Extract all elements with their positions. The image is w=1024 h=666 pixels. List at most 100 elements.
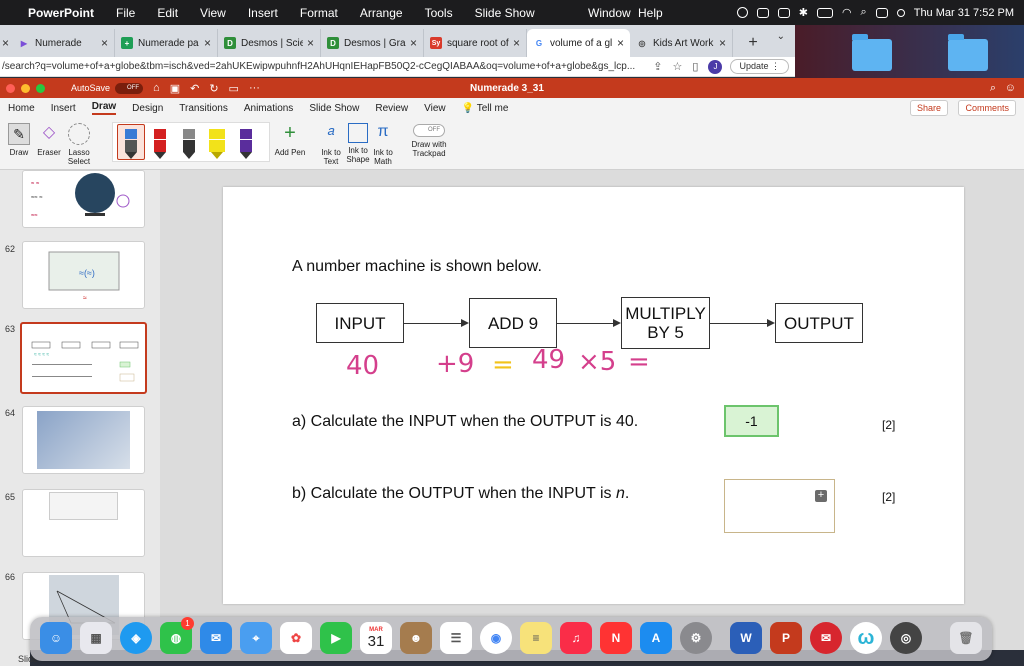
mail-alt-icon[interactable]: ✉ bbox=[810, 622, 842, 654]
close-icon[interactable]: × bbox=[204, 36, 211, 50]
avatar[interactable]: J bbox=[708, 59, 723, 74]
calendar-icon[interactable]: MAR 31 bbox=[360, 622, 392, 654]
chrome-icon[interactable]: ◉ bbox=[480, 622, 512, 654]
side-panel-icon[interactable]: ▯ bbox=[692, 60, 698, 73]
quicktime-icon[interactable]: ◎ bbox=[890, 622, 922, 654]
tab-view[interactable]: View bbox=[424, 103, 446, 114]
browser-tab-active[interactable]: G volume of a gl × bbox=[527, 29, 630, 57]
add-pen-button[interactable]: + Add Pen bbox=[274, 123, 306, 157]
share-icon[interactable]: ⇪ bbox=[653, 60, 662, 73]
close-tab-icon[interactable]: × bbox=[0, 29, 12, 57]
menu-arrange[interactable]: Arrange bbox=[360, 6, 403, 20]
save-icon[interactable]: ▣ bbox=[170, 82, 180, 95]
tab-review[interactable]: Review bbox=[375, 103, 408, 114]
bookmark-star-icon[interactable]: ☆ bbox=[673, 60, 683, 73]
close-icon[interactable]: × bbox=[617, 36, 624, 50]
autosave-toggle[interactable]: OFF bbox=[115, 82, 144, 94]
slide-thumbnail-selected[interactable]: ≈ ≈ ≈ ≈ bbox=[20, 322, 147, 394]
music-icon[interactable]: ♫ bbox=[560, 622, 592, 654]
share-button[interactable]: Share bbox=[909, 100, 948, 116]
pen-blue[interactable] bbox=[125, 129, 137, 159]
finder-icon[interactable]: ☺ bbox=[40, 622, 72, 654]
update-button[interactable]: Update ⋮ bbox=[730, 59, 789, 74]
browser-tab[interactable]: D Desmos | Grap × bbox=[321, 29, 424, 57]
contacts-icon[interactable]: ☻ bbox=[400, 622, 432, 654]
browser-tab[interactable]: ◎ Kids Art Work × bbox=[630, 29, 733, 57]
more-icon[interactable]: ··· bbox=[249, 82, 260, 94]
app-store-icon[interactable]: A bbox=[640, 622, 672, 654]
photos-icon[interactable]: ✿ bbox=[280, 622, 312, 654]
pen-purple[interactable] bbox=[240, 129, 252, 159]
tab-insert[interactable]: Insert bbox=[51, 103, 76, 114]
ink-to-text-button[interactable]: 𝑎 Ink to Text bbox=[318, 123, 344, 166]
record-icon[interactable] bbox=[736, 7, 748, 18]
slide[interactable] bbox=[223, 187, 964, 604]
news-icon[interactable]: N bbox=[600, 622, 632, 654]
close-icon[interactable]: × bbox=[719, 36, 726, 50]
word-icon[interactable]: W bbox=[730, 622, 762, 654]
extension-icon[interactable] bbox=[756, 7, 769, 18]
tab-home[interactable]: Home bbox=[8, 103, 35, 114]
tab-design[interactable]: Design bbox=[132, 103, 163, 114]
slide-thumbnail[interactable]: ≈(≈) ≈ bbox=[22, 241, 145, 309]
undo-icon[interactable]: ↶ bbox=[190, 82, 199, 95]
url-field[interactable]: /search?q=volume+of+a+globe&tbm=isch&ved… bbox=[0, 61, 643, 72]
menu-format[interactable]: Format bbox=[300, 6, 338, 20]
minimize-window-icon[interactable] bbox=[21, 83, 30, 93]
people-icon[interactable]: ☺ bbox=[1005, 82, 1016, 94]
control-center-icon[interactable] bbox=[875, 7, 888, 18]
draw-tool-button[interactable]: ✎ Draw bbox=[6, 123, 32, 157]
answer-a-field[interactable]: -1 bbox=[724, 405, 779, 437]
close-icon[interactable]: × bbox=[101, 36, 108, 50]
webex-icon[interactable]: ω bbox=[850, 622, 882, 654]
powerpoint-icon[interactable]: P bbox=[770, 622, 802, 654]
slide-thumbnail[interactable] bbox=[22, 489, 145, 557]
close-icon[interactable]: × bbox=[307, 36, 314, 50]
tab-transitions[interactable]: Transitions bbox=[179, 103, 228, 114]
ink-to-math-button[interactable]: π Ink to Math bbox=[370, 123, 396, 166]
close-window-icon[interactable] bbox=[6, 83, 15, 93]
tell-me[interactable]: 💡 Tell me bbox=[462, 103, 509, 114]
trackpad-toggle[interactable]: OFF bbox=[413, 124, 445, 137]
system-preferences-icon[interactable]: ⚙ bbox=[680, 622, 712, 654]
browser-tab[interactable]: + Numerade pa × bbox=[115, 29, 218, 57]
clock[interactable]: Thu Mar 31 7:52 PM bbox=[914, 7, 1014, 19]
menu-edit[interactable]: Edit bbox=[157, 6, 178, 20]
pen-black[interactable] bbox=[183, 129, 195, 159]
menu-file[interactable]: File bbox=[116, 6, 135, 20]
zoom-window-icon[interactable] bbox=[36, 83, 45, 93]
wifi-icon[interactable]: ◠ bbox=[842, 6, 852, 19]
draw-with-trackpad[interactable]: OFF Draw with Trackpad bbox=[410, 124, 448, 158]
reminders-icon[interactable]: ☰ bbox=[440, 622, 472, 654]
battery-icon[interactable] bbox=[816, 7, 833, 18]
close-icon[interactable]: × bbox=[513, 36, 520, 50]
notes-icon[interactable]: ≡ bbox=[520, 622, 552, 654]
tab-draw[interactable]: Draw bbox=[91, 101, 117, 115]
chevron-down-icon[interactable]: ⌄ bbox=[777, 31, 785, 42]
home-icon[interactable]: ⌂ bbox=[153, 82, 160, 94]
highlighter-yellow[interactable] bbox=[209, 129, 225, 159]
answer-b-field[interactable]: + bbox=[724, 479, 835, 533]
browser-tab[interactable]: ▶ Numerade × bbox=[12, 29, 115, 57]
menu-view[interactable]: View bbox=[200, 6, 226, 20]
menu-insert[interactable]: Insert bbox=[248, 6, 278, 20]
eraser-button[interactable]: ◇ Eraser bbox=[36, 123, 62, 157]
close-icon[interactable]: × bbox=[410, 36, 417, 50]
menu-tools[interactable]: Tools bbox=[425, 6, 453, 20]
spotlight-icon[interactable]: ⌕ bbox=[861, 6, 867, 19]
browser-tab[interactable]: D Desmos | Scie × bbox=[218, 29, 321, 57]
search-icon[interactable]: ⌕ bbox=[990, 82, 996, 95]
menu-window[interactable]: Window bbox=[588, 6, 631, 20]
screen-mirror-icon[interactable] bbox=[777, 7, 790, 18]
facetime-icon[interactable]: ▶ bbox=[320, 622, 352, 654]
trash-icon[interactable]: 🗑 bbox=[950, 622, 982, 654]
menu-help[interactable]: Help bbox=[638, 6, 663, 20]
pen-red[interactable] bbox=[154, 129, 166, 159]
app-menu[interactable]: PowerPoint bbox=[28, 6, 94, 20]
siri-icon[interactable] bbox=[896, 8, 905, 17]
ink-to-shape-button[interactable]: Ink to Shape bbox=[345, 123, 371, 164]
folder-icon[interactable] bbox=[948, 34, 988, 71]
slide-thumbnail[interactable]: ≈ ≈ ≈≈ ≈ ≈≈ bbox=[22, 170, 145, 228]
redo-icon[interactable]: ↻ bbox=[209, 82, 218, 95]
tab-slide-show[interactable]: Slide Show bbox=[309, 103, 359, 114]
